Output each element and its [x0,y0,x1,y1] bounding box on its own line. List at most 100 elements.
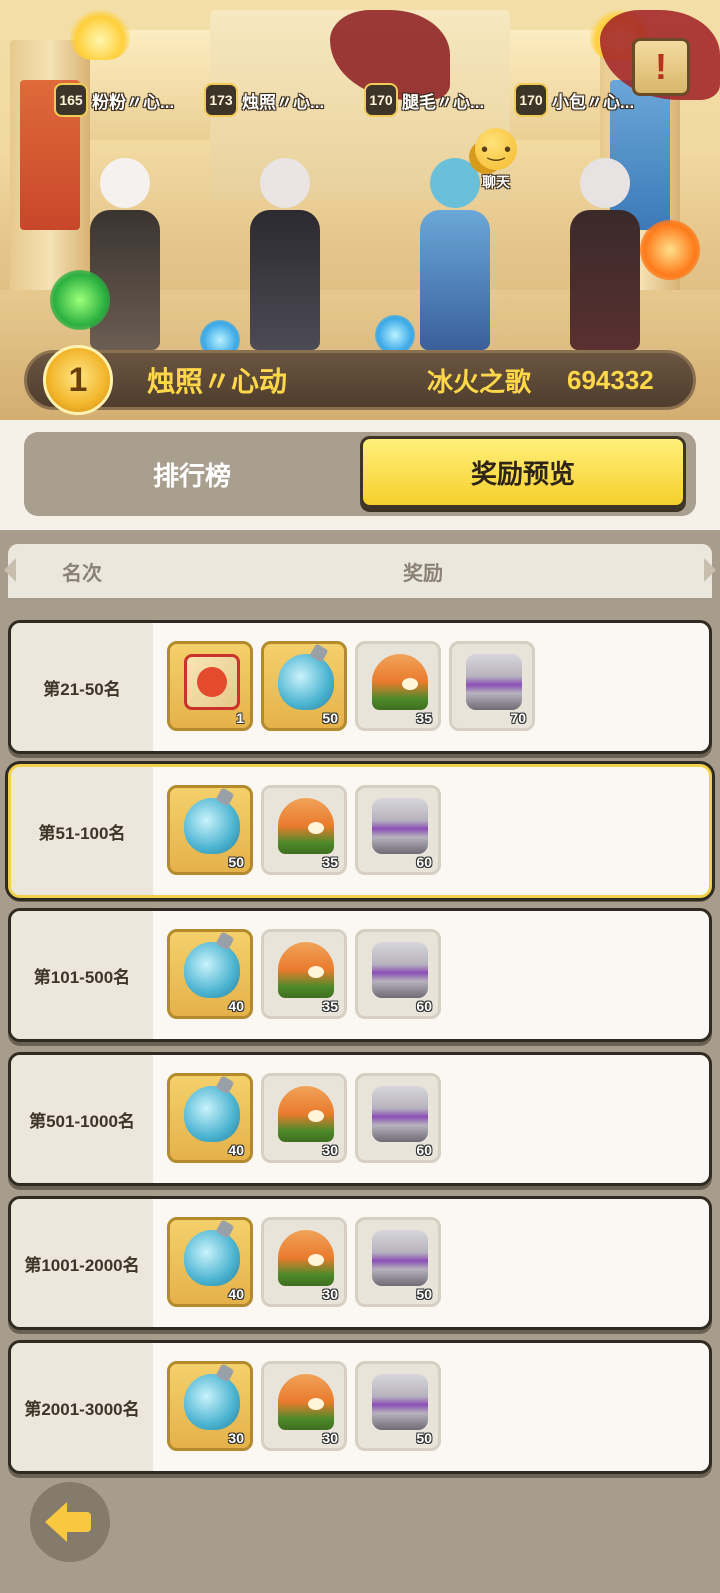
item-count: 35 [322,998,338,1014]
item-count: 35 [416,710,432,726]
exclamation-icon: ! [655,46,667,87]
reward-item[interactable]: 1 [167,641,253,731]
rank-range: 第101-500名 [11,911,153,1039]
item-count: 60 [416,998,432,1014]
potion-icon [184,942,240,998]
reward-row: 第101-500名 40 35 60 [8,908,712,1042]
player-tag-2[interactable]: 173 烛照〃心... [204,83,325,117]
reward-item[interactable]: 50 [355,1361,441,1451]
reward-row: 第21-50名 1 50 35 70 [8,620,712,754]
reward-item[interactable]: 50 [261,641,347,731]
top-players-characters [30,120,710,350]
item-count: 30 [322,1286,338,1302]
potion-icon [184,1230,240,1286]
reward-row: 第1001-2000名 40 30 50 [8,1196,712,1330]
chat-label: 聊天 [482,174,510,190]
rank-1-medal-icon: 1 [43,345,113,415]
item-count: 35 [322,854,338,870]
rank-range: 第2001-3000名 [11,1343,153,1471]
rules-scroll-button[interactable]: ! [632,38,690,96]
player-tag-3[interactable]: 170 腿毛〃心... [364,83,485,117]
reward-row: 第501-1000名 40 30 60 [8,1052,712,1186]
rank-range: 第1001-2000名 [11,1199,153,1327]
item-count: 40 [228,1286,244,1302]
level-badge: 173 [204,83,238,117]
reward-item[interactable]: 50 [355,1217,441,1307]
potion-icon [278,654,334,710]
item-count: 40 [228,998,244,1014]
reward-table-header: 名次 奖励 [4,544,716,598]
reward-item[interactable]: 60 [355,785,441,875]
player-tag-1[interactable]: 165 粉粉〃心... [54,83,175,117]
chat-button[interactable]: •‿• 聊天 [466,128,526,198]
level-badge: 165 [54,83,88,117]
reward-row: 第2001-3000名 30 30 50 [8,1340,712,1474]
food-icon [278,798,334,854]
chest-icon [466,654,522,710]
reward-item[interactable]: 35 [261,929,347,1019]
back-arrow-icon [45,1502,95,1542]
chest-icon [372,1086,428,1142]
top-player-tags: 165 粉粉〃心... 173 烛照〃心... 170 腿毛〃心... 170 … [54,83,674,117]
reward-item[interactable]: 60 [355,1073,441,1163]
reward-item[interactable]: 30 [261,1073,347,1163]
magic-orb-icon [50,270,110,330]
rank-range: 第501-1000名 [11,1055,153,1183]
fire-orb-icon [640,220,700,280]
player-name: 粉粉〃心... [92,92,175,112]
column-reward-header: 奖励 [403,562,443,585]
reward-item[interactable]: 30 [261,1361,347,1451]
chest-icon [372,1230,428,1286]
rank-range: 第21-50名 [11,623,153,751]
chat-bubble-icon: •‿• [475,128,517,170]
food-icon [278,942,334,998]
reward-item[interactable]: 70 [449,641,535,731]
reward-item[interactable]: 60 [355,929,441,1019]
potion-icon [184,1086,240,1142]
item-count: 50 [416,1286,432,1302]
torch-flame-icon [70,10,130,60]
champion-banner: 1 烛照〃心动 冰火之歌 694332 [24,345,696,415]
player-name: 烛照〃心... [242,92,325,112]
tab-bar: 排行榜 奖励预览 [24,432,696,516]
player-tag-4[interactable]: 170 小包〃心... [514,83,635,117]
item-count: 30 [322,1142,338,1158]
potion-icon [184,1374,240,1430]
reward-item[interactable]: 30 [261,1217,347,1307]
magic-orb-icon [375,315,415,355]
dragon-card-icon [184,654,240,710]
reward-item[interactable]: 50 [167,785,253,875]
item-count: 50 [228,854,244,870]
reward-item[interactable]: 40 [167,1073,253,1163]
player-avatar-2[interactable] [240,158,330,350]
chest-icon [372,798,428,854]
tab-reward-preview[interactable]: 奖励预览 [360,436,686,508]
item-count: 70 [510,710,526,726]
food-icon [278,1230,334,1286]
item-count: 30 [228,1430,244,1446]
reward-item[interactable]: 35 [261,785,347,875]
level-badge: 170 [514,83,548,117]
reward-item[interactable]: 30 [167,1361,253,1451]
reward-item[interactable]: 40 [167,1217,253,1307]
item-count: 50 [322,710,338,726]
food-icon [278,1086,334,1142]
food-icon [372,654,428,710]
item-count: 30 [322,1430,338,1446]
reward-item[interactable]: 40 [167,929,253,1019]
hero-scene: 165 粉粉〃心... 173 烛照〃心... 170 腿毛〃心... 170 … [0,0,720,420]
item-count: 60 [416,854,432,870]
champion-name: 烛照〃心动 [147,366,288,397]
scroll-right-arrow-icon [704,558,716,582]
reward-row-highlighted: 第51-100名 50 35 60 [8,764,712,898]
reward-list[interactable]: 名次 奖励 第21-50名 1 50 35 70 第51-100名 50 35 … [0,530,720,1593]
level-badge: 170 [364,83,398,117]
player-avatar-4[interactable] [560,158,650,350]
player-name: 腿毛〃心... [402,92,485,112]
tab-bar-container: 排行榜 奖励预览 [0,420,720,530]
player-name: 小包〃心... [552,92,635,112]
tab-ranking[interactable]: 排行榜 [24,432,360,516]
champion-guild: 冰火之歌 [427,366,532,397]
back-button[interactable] [30,1482,110,1562]
reward-item[interactable]: 35 [355,641,441,731]
